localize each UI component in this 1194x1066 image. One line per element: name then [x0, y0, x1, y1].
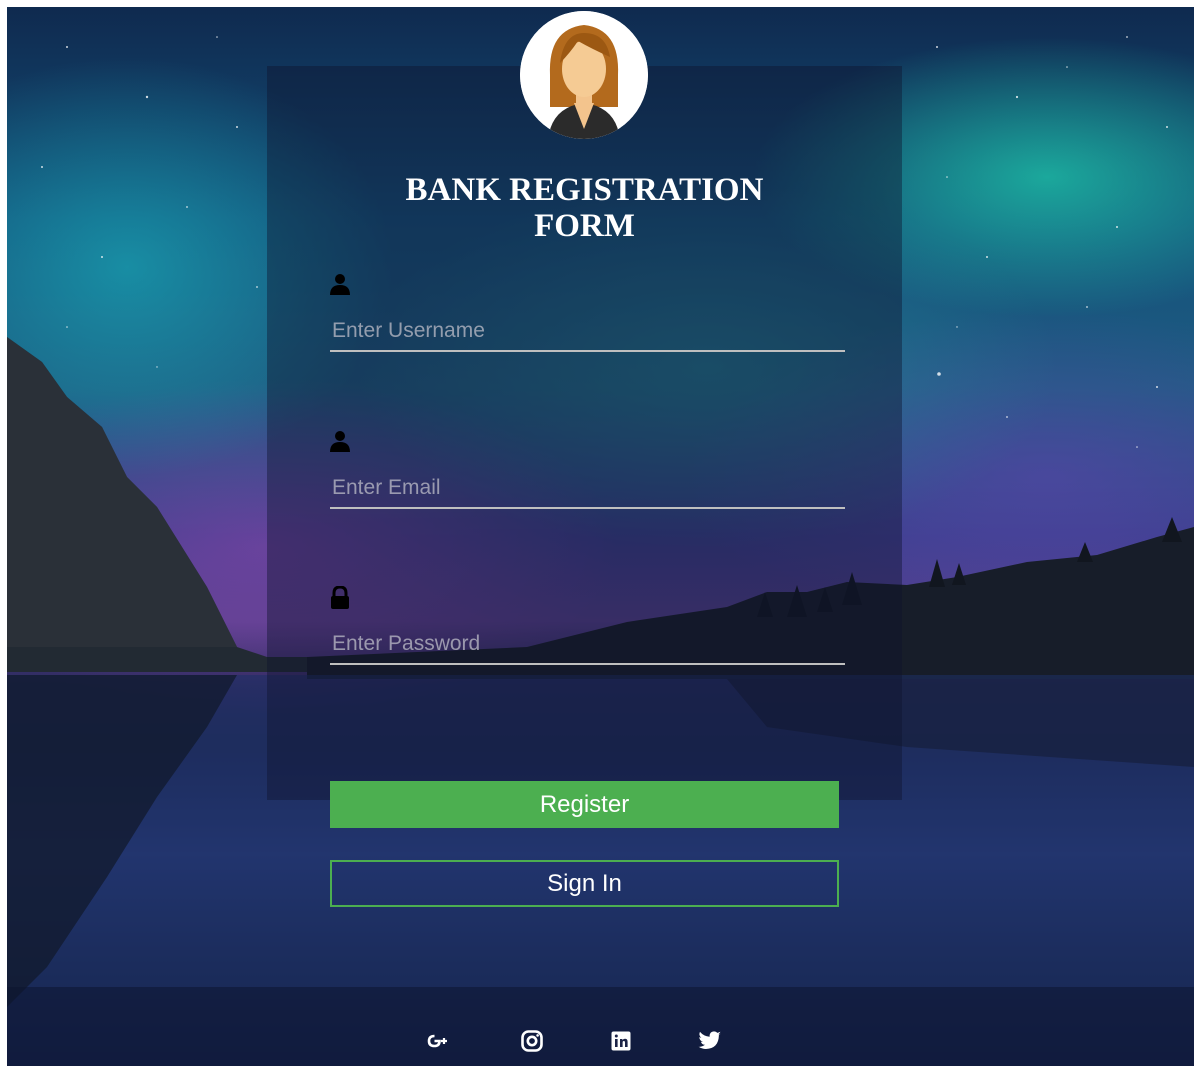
avatar-woman-icon	[520, 11, 648, 139]
sign-in-button[interactable]: Sign In	[330, 860, 839, 907]
title-line-2: FORM	[534, 208, 635, 244]
instagram-icon[interactable]	[520, 1029, 544, 1053]
lock-icon	[331, 586, 349, 609]
twitter-icon[interactable]	[698, 1029, 722, 1053]
password-input[interactable]	[330, 625, 845, 665]
username-input[interactable]	[330, 312, 845, 352]
avatar	[520, 11, 648, 139]
google-plus-icon[interactable]	[426, 1029, 450, 1053]
title-line-1: BANK REGISTRATION	[405, 172, 764, 208]
register-button[interactable]: Register	[330, 781, 839, 828]
user-icon	[330, 431, 350, 452]
page-title: BANK REGISTRATION FORM	[267, 172, 902, 244]
user-icon	[330, 274, 350, 295]
email-input[interactable]	[330, 469, 845, 509]
linkedin-icon[interactable]	[609, 1029, 633, 1053]
